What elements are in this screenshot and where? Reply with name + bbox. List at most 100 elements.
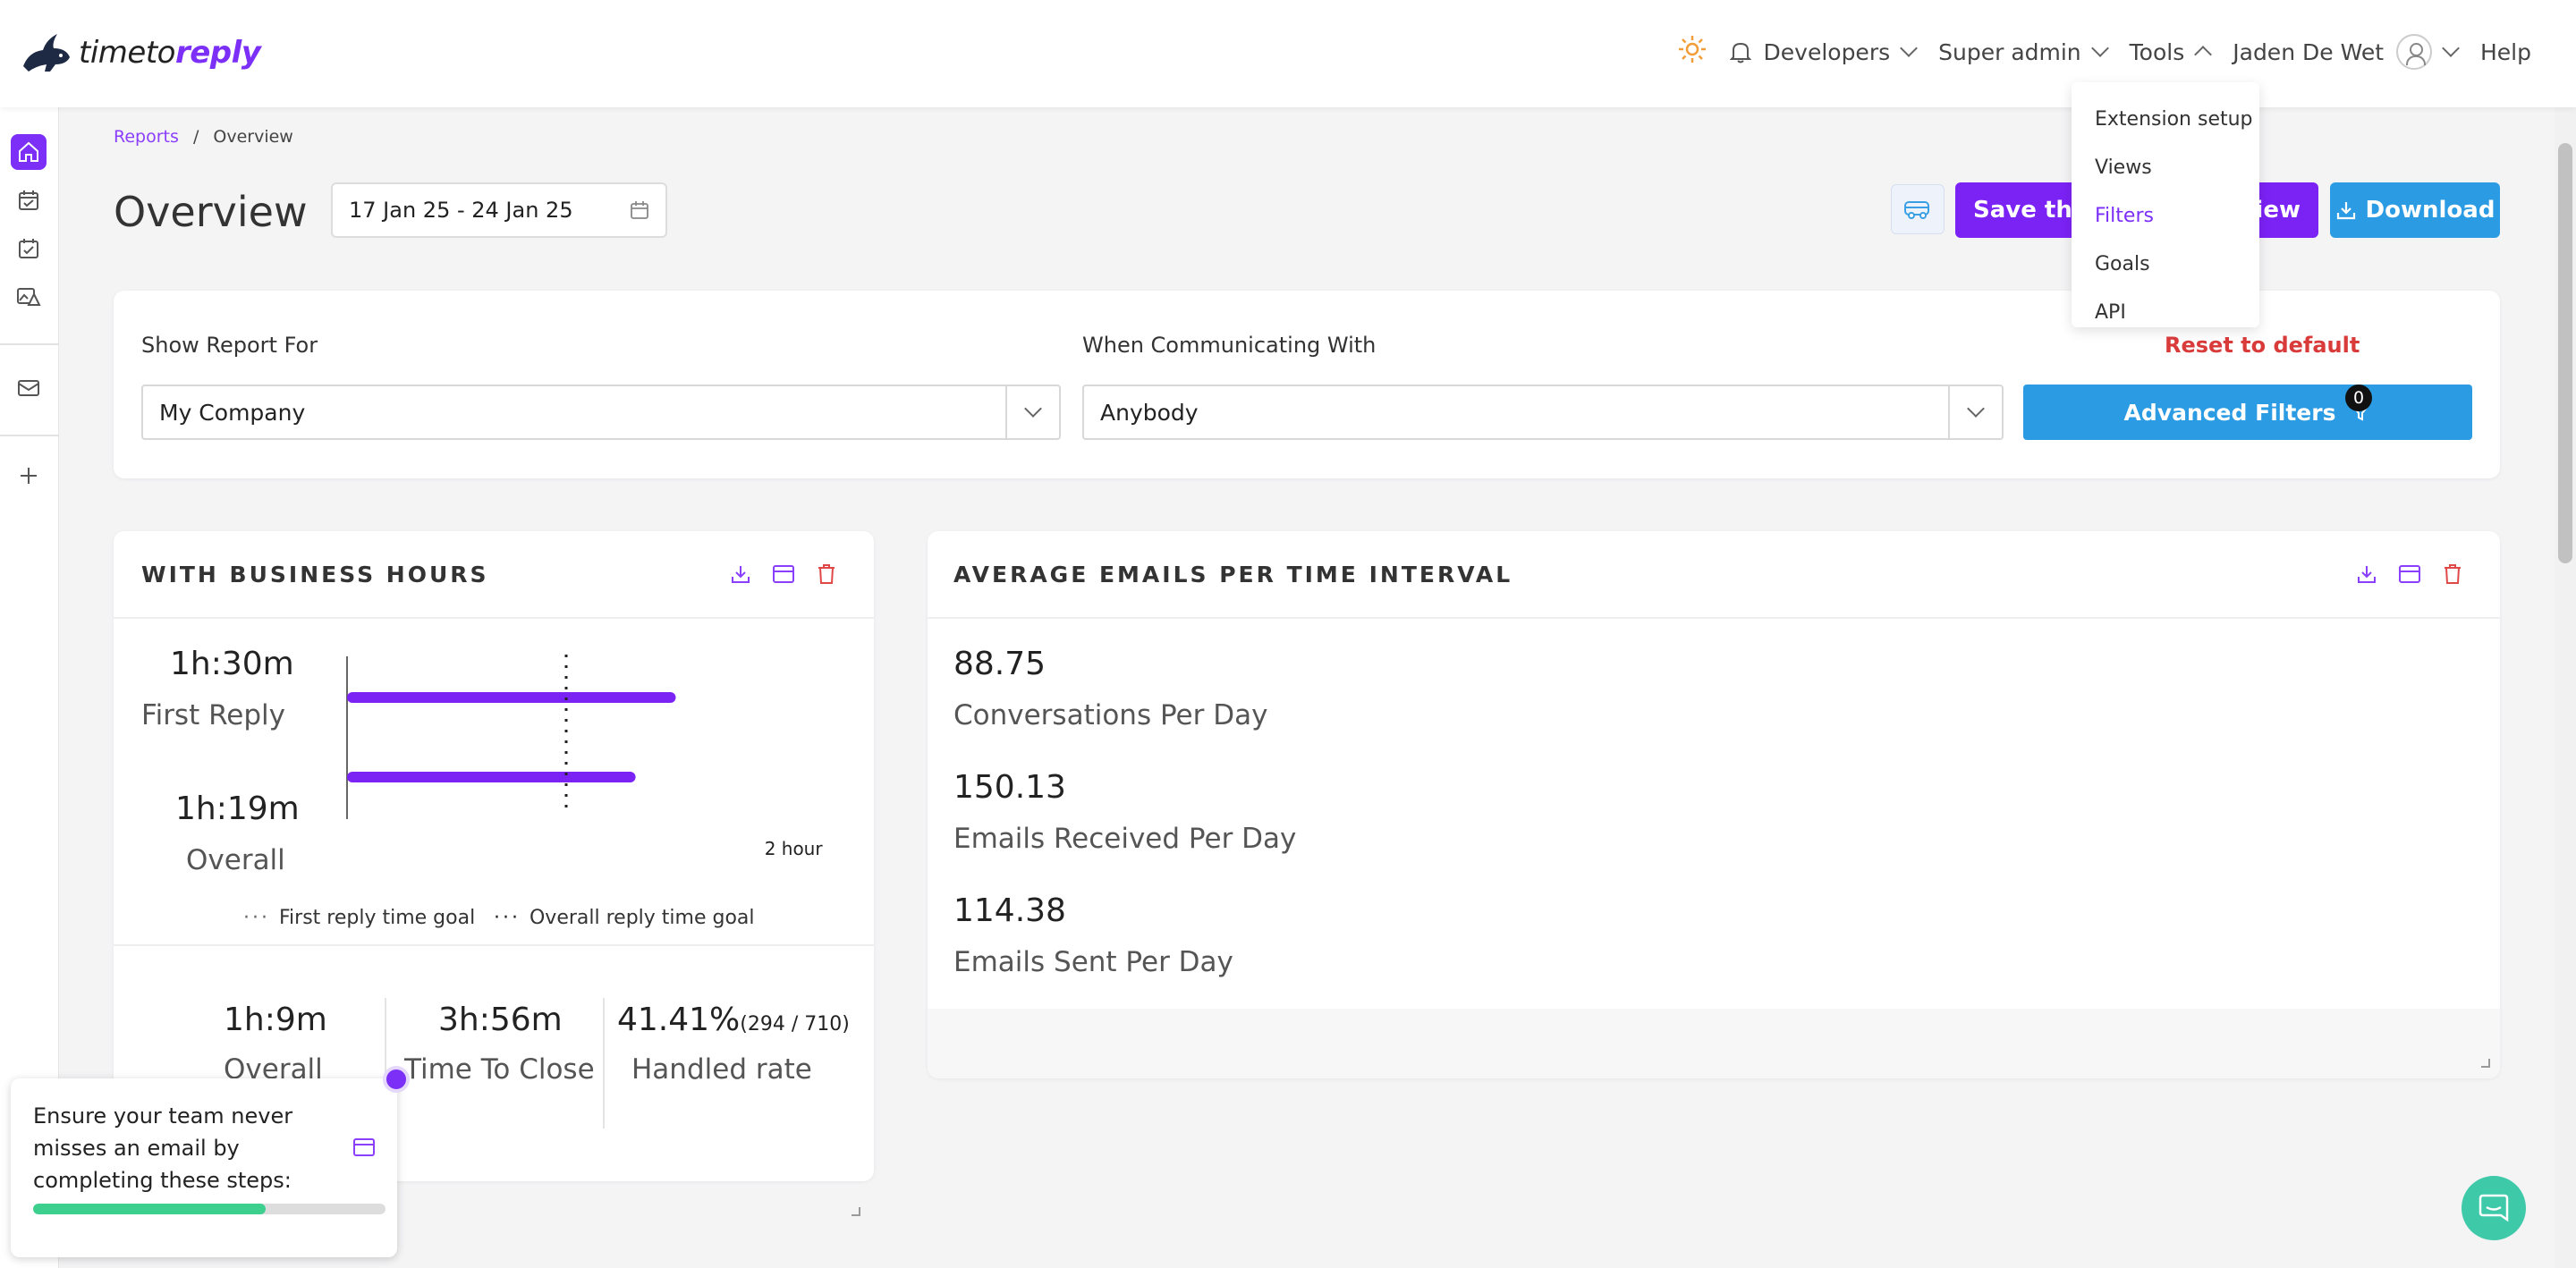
- sidebar-item-calendar[interactable]: [11, 182, 47, 218]
- menu-item-views[interactable]: Views: [2072, 143, 2259, 191]
- show-report-for-value: My Company: [159, 399, 306, 426]
- average-emails-card: [928, 531, 2500, 1078]
- resize-handle-icon[interactable]: [2481, 1059, 2490, 1068]
- menu-item-api[interactable]: API: [2072, 288, 2259, 336]
- chat-icon: [2479, 1194, 2509, 1222]
- stat-handled-value: 41.41%(294 / 710): [617, 1002, 850, 1038]
- logo[interactable]: timetoreply: [20, 30, 261, 75]
- export-icon[interactable]: [2354, 562, 2379, 587]
- dotted-line-icon: ···: [494, 907, 521, 929]
- breadcrumb-reports[interactable]: Reports: [114, 127, 179, 147]
- super-admin-label: Super admin: [1938, 38, 2081, 65]
- user-name: Jaden De Wet: [2233, 38, 2384, 65]
- onboarding-checklist-popup[interactable]: Ensure your team never misses an email b…: [11, 1078, 397, 1257]
- stat-overall-value: 1h:9m: [224, 1002, 327, 1038]
- legend-first-reply-label: First reply time goal: [278, 907, 476, 929]
- onboarding-hotspot[interactable]: [383, 1066, 410, 1093]
- legend-first-reply-goal: ··· First reply time goal: [243, 907, 475, 929]
- stat-close-value: 3h:56m: [438, 1002, 563, 1038]
- super-admin-menu[interactable]: Super admin: [1938, 38, 2109, 65]
- overall-reply-label: Overall: [186, 844, 285, 876]
- avatar-icon: [2396, 34, 2432, 70]
- page-scrollbar[interactable]: [2555, 107, 2576, 1268]
- calendar-icon: [631, 201, 648, 219]
- image-alert-icon: [17, 288, 41, 306]
- conversations-per-day-value: 88.75: [953, 646, 1046, 682]
- overall-reply-value: 1h:19m: [175, 790, 300, 827]
- breadcrumb: Reports / Overview: [114, 127, 293, 147]
- bell-icon: [1729, 42, 1751, 63]
- advanced-filters-label: Advanced Filters: [2123, 399, 2336, 426]
- menu-item-goals[interactable]: Goals: [2072, 240, 2259, 288]
- chevron-down-icon: [1948, 386, 2002, 438]
- dotted-line-icon: ···: [243, 907, 270, 929]
- handled-rate-detail: (294 / 710): [740, 1013, 850, 1036]
- first-reply-label: First Reply: [141, 699, 285, 731]
- scrollbar-thumb[interactable]: [2558, 143, 2572, 563]
- communicating-with-select[interactable]: Anybody: [1082, 385, 2004, 440]
- page-title: Overview: [114, 188, 308, 236]
- menu-item-extension-setup[interactable]: Extension setup: [2072, 95, 2259, 143]
- breadcrumb-current: Overview: [213, 127, 293, 147]
- menu-item-filters[interactable]: Filters: [2072, 191, 2259, 240]
- chevron-down-icon: [1005, 386, 1059, 438]
- chevron-down-icon: [2442, 39, 2460, 57]
- onboarding-progress-bar: [33, 1204, 386, 1214]
- tools-menu[interactable]: Tools: [2130, 39, 2213, 65]
- advanced-filters-count-badge: 0: [2345, 385, 2372, 411]
- bar-overall: [347, 772, 636, 782]
- chevron-up-icon: [2194, 46, 2213, 63]
- trash-icon[interactable]: [2440, 562, 2465, 587]
- sidebar-item-inbox[interactable]: [11, 370, 47, 406]
- theme-sun-icon[interactable]: [1678, 35, 1707, 69]
- sidebar-add-button[interactable]: [11, 458, 47, 494]
- tools-dropdown: Extension setup Views Filters Goals API: [2072, 82, 2259, 327]
- rabbit-logo-icon: [23, 34, 70, 72]
- business-hours-title: WITH BUSINESS HOURS: [141, 562, 489, 588]
- breadcrumb-separator: /: [192, 127, 199, 147]
- axis-max-label: 2 hours: [765, 838, 823, 859]
- user-menu[interactable]: Jaden De Wet: [2233, 34, 2460, 70]
- sidebar-item-tasks[interactable]: [11, 231, 47, 266]
- trash-icon[interactable]: [814, 562, 839, 587]
- developers-menu[interactable]: Developers: [1729, 39, 1919, 65]
- date-range-picker[interactable]: 17 Jan 25 - 24 Jan 25: [331, 182, 667, 238]
- download-button[interactable]: Download: [2330, 182, 2500, 238]
- resize-handle-icon[interactable]: [852, 1207, 860, 1216]
- date-range-value: 17 Jan 25 - 24 Jan 25: [349, 198, 573, 223]
- top-nav: Developers Super admin Tools Jaden De We…: [1678, 34, 2531, 70]
- sidebar-item-home[interactable]: [11, 134, 47, 170]
- report-schedule-button[interactable]: [1891, 184, 1945, 234]
- chat-support-button[interactable]: [2462, 1176, 2526, 1240]
- legend-overall-reply-label: Overall reply time goal: [529, 907, 755, 929]
- card-divider: [114, 617, 874, 619]
- card-view-icon[interactable]: [352, 1137, 376, 1161]
- stat-divider: [603, 998, 605, 1129]
- sidebar-divider: [0, 343, 59, 345]
- calendar-task-icon: [19, 239, 38, 258]
- stat-handled-label: Handled rate: [631, 1053, 812, 1086]
- show-report-for-select[interactable]: My Company: [141, 385, 1061, 440]
- emails-received-per-day-label: Emails Received Per Day: [953, 823, 1297, 855]
- conversations-per-day-label: Conversations Per Day: [953, 699, 1268, 731]
- average-emails-title: AVERAGE EMAILS PER TIME INTERVAL: [953, 562, 1513, 588]
- download-label: Download: [2365, 197, 2496, 224]
- emails-received-per-day-value: 150.13: [953, 769, 1066, 806]
- handled-rate-value: 41.41%: [617, 1002, 741, 1038]
- sidebar-item-alerts[interactable]: [11, 279, 47, 315]
- communicating-with-label: When Communicating With: [1082, 333, 1377, 358]
- card-view-icon[interactable]: [771, 562, 796, 587]
- advanced-filters-button[interactable]: Advanced Filters: [2023, 385, 2472, 440]
- first-reply-value: 1h:30m: [170, 646, 294, 682]
- export-icon[interactable]: [728, 562, 753, 587]
- reply-time-bar-chart: 2 hours: [346, 655, 823, 859]
- chevron-down-icon: [1900, 39, 1919, 57]
- emails-sent-per-day-value: 114.38: [953, 892, 1066, 929]
- chevron-down-icon: [2090, 39, 2109, 57]
- home-icon: [19, 141, 38, 162]
- onboarding-text: Ensure your team never misses an email b…: [33, 1103, 293, 1193]
- help-link[interactable]: Help: [2480, 39, 2531, 65]
- card-view-icon[interactable]: [2397, 562, 2422, 587]
- reset-to-default-link[interactable]: Reset to default: [2165, 333, 2360, 358]
- communicating-with-value: Anybody: [1100, 399, 1199, 426]
